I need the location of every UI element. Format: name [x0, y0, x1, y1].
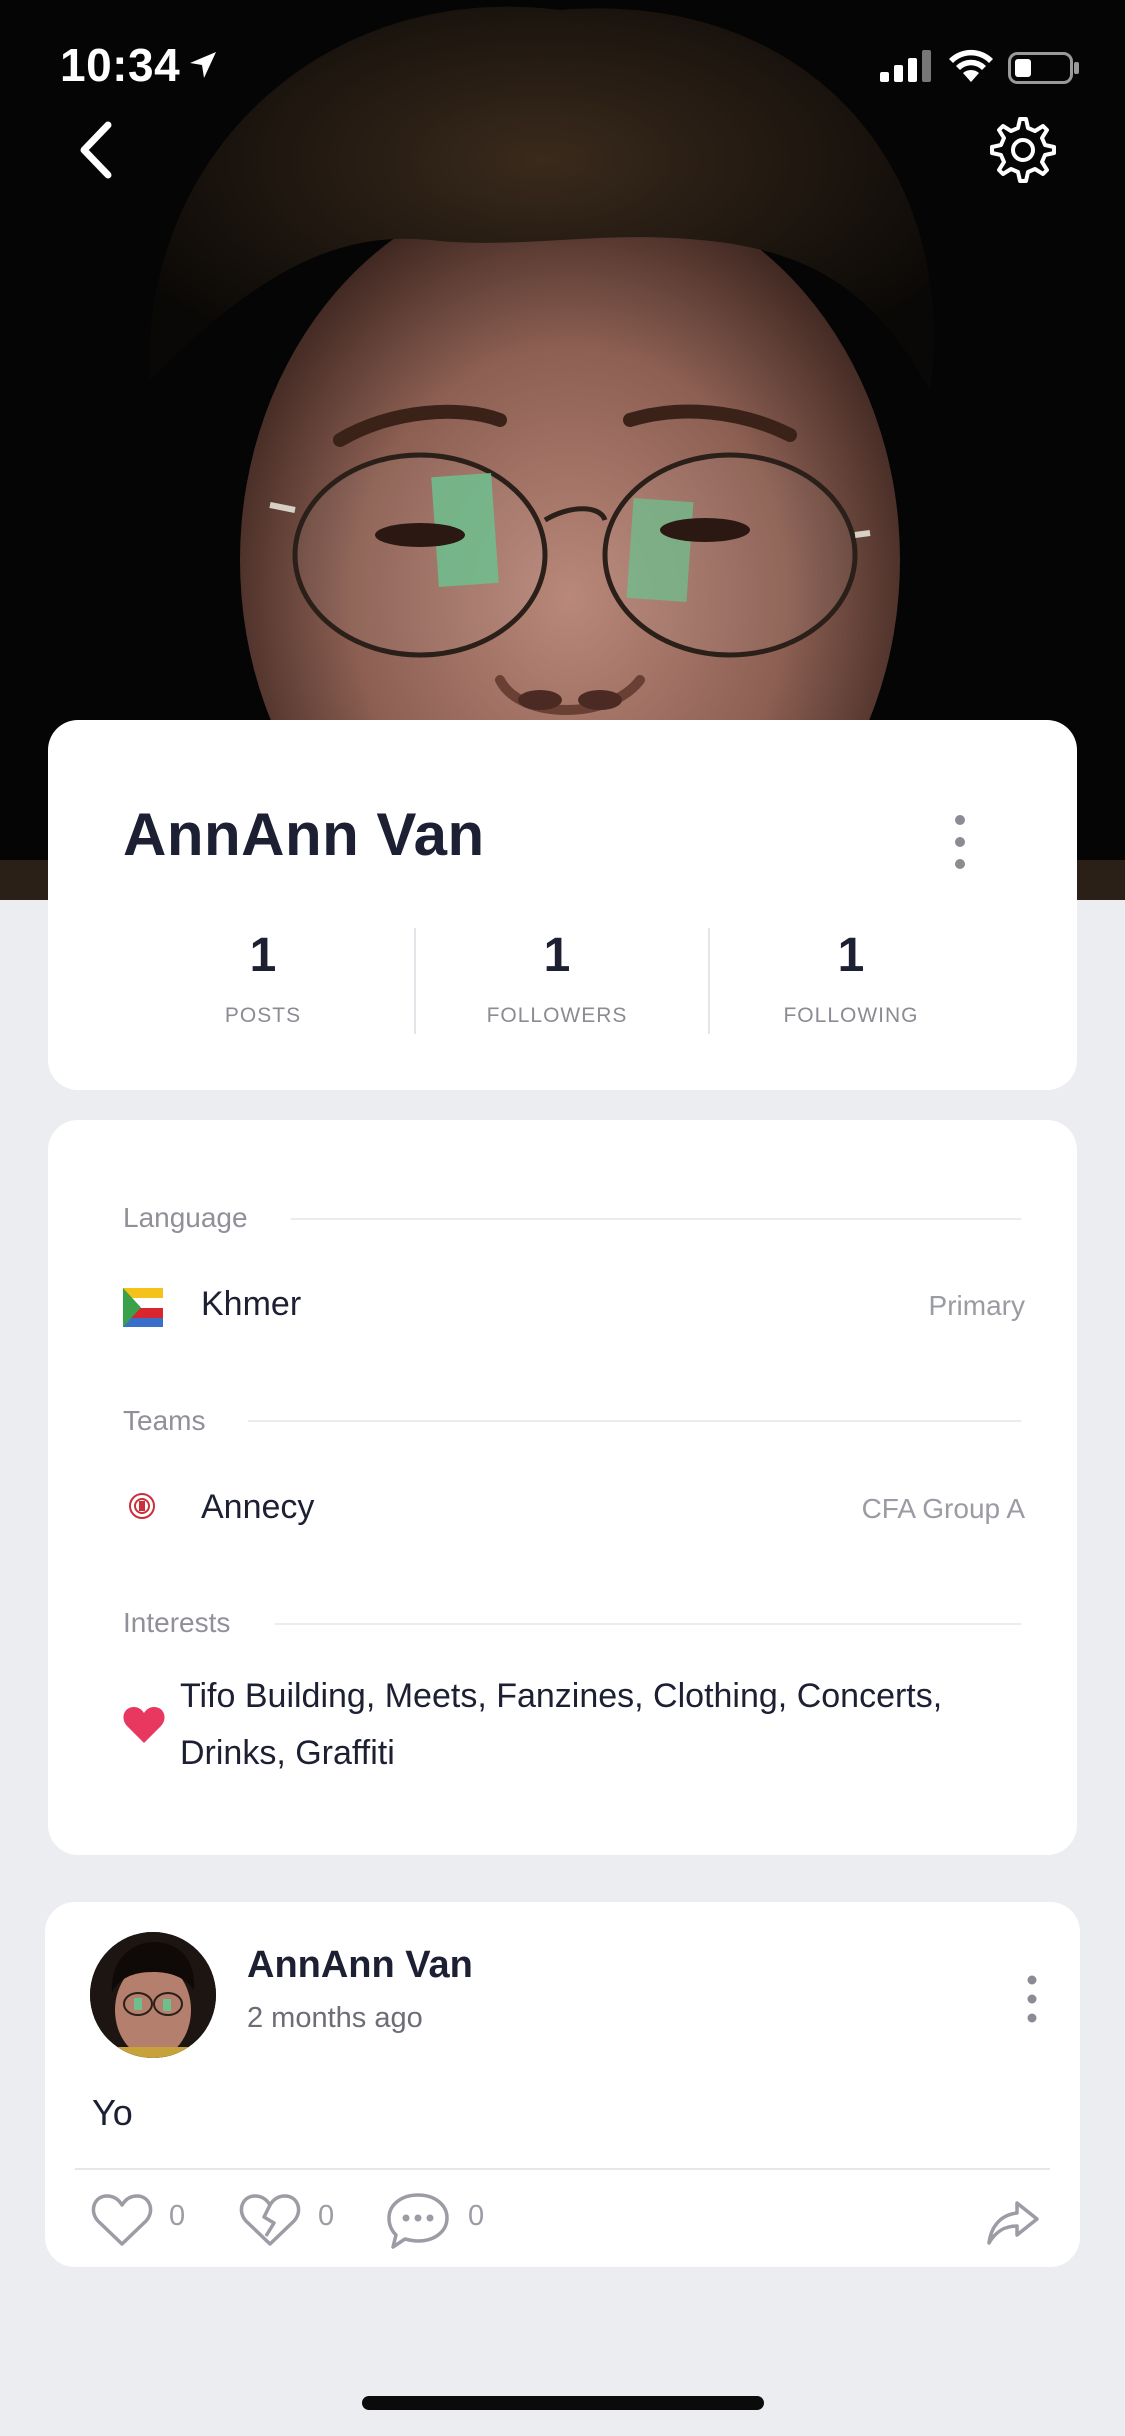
language-tag: Primary [928, 1290, 1025, 1321]
dislike-count: 0 [318, 2200, 335, 2232]
comment-button[interactable] [385, 2185, 451, 2255]
cellular-signal-icon [880, 50, 931, 82]
status-bar: 10:34 [0, 0, 1125, 135]
heart-icon [123, 1707, 165, 1743]
more-vertical-icon[interactable] [1025, 1974, 1039, 2024]
like-button[interactable] [90, 2185, 154, 2255]
section-divider [248, 1420, 1021, 1422]
gear-icon [990, 117, 1056, 183]
khmer-flag-icon [123, 1288, 163, 1327]
team-tag: CFA Group A [861, 1493, 1025, 1524]
interests-list: Tifo Building, Meets, Fanzines, Clothing… [180, 1677, 943, 1772]
post-divider [75, 2168, 1050, 2170]
profile-card: AnnAnn Van 1 POSTS 1 FOLLOWERS 1 FOLLOWI… [48, 720, 1077, 1090]
stat-following-value: 1 [837, 929, 865, 982]
post-author[interactable]: AnnAnn Van [247, 1944, 473, 1987]
more-vertical-icon[interactable] [950, 812, 970, 872]
settings-button[interactable] [988, 115, 1058, 185]
language-name: Khmer [201, 1285, 302, 1323]
interests-section-title: Interests [123, 1607, 231, 1638]
language-section-title: Language [123, 1202, 248, 1233]
stat-followers-value: 1 [543, 929, 571, 982]
post-card: AnnAnn Van 2 months ago Yo 0 0 0 [45, 1902, 1080, 2267]
profile-stats: 1 POSTS 1 FOLLOWERS 1 FOLLOWING [168, 928, 1048, 1048]
stat-followers[interactable]: 1 FOLLOWERS [437, 928, 677, 1028]
stat-followers-label: FOLLOWERS [486, 1004, 628, 1027]
stat-posts-value: 1 [249, 929, 277, 982]
team-name: Annecy [201, 1488, 315, 1526]
wifi-icon [949, 49, 993, 82]
like-count: 0 [169, 2200, 186, 2232]
back-button[interactable] [70, 115, 126, 185]
home-indicator[interactable] [362, 2396, 764, 2410]
comment-count: 0 [468, 2200, 485, 2232]
post-text: Yo [92, 2092, 133, 2133]
location-arrow-icon [190, 52, 216, 78]
stat-following-label: FOLLOWING [783, 1004, 919, 1027]
status-time: 10:34 [60, 39, 181, 91]
stat-posts[interactable]: 1 POSTS [143, 928, 383, 1028]
post-time: 2 months ago [247, 2002, 423, 2034]
stat-following[interactable]: 1 FOLLOWING [731, 928, 971, 1028]
section-divider [291, 1218, 1021, 1220]
avatar-image [90, 1932, 216, 2058]
team-crest-icon [129, 1493, 155, 1519]
stat-divider [708, 928, 710, 1034]
profile-screen: 10:34 AnnAnn Van 1 POSTS 1 FOLLOWERS 1 F… [0, 0, 1125, 2436]
chevron-left-icon [80, 121, 112, 179]
stat-divider [414, 928, 416, 1034]
profile-name: AnnAnn Van [123, 801, 485, 868]
share-button[interactable] [985, 2199, 1041, 2247]
section-divider [275, 1623, 1021, 1625]
profile-details-card: Language Khmer Primary Teams Annecy CFA … [48, 1120, 1077, 1855]
battery-icon [1008, 52, 1079, 84]
teams-section-title: Teams [123, 1405, 206, 1436]
avatar[interactable] [90, 1932, 216, 2058]
stat-posts-label: POSTS [224, 1004, 302, 1027]
broken-heart-button[interactable] [238, 2185, 302, 2255]
